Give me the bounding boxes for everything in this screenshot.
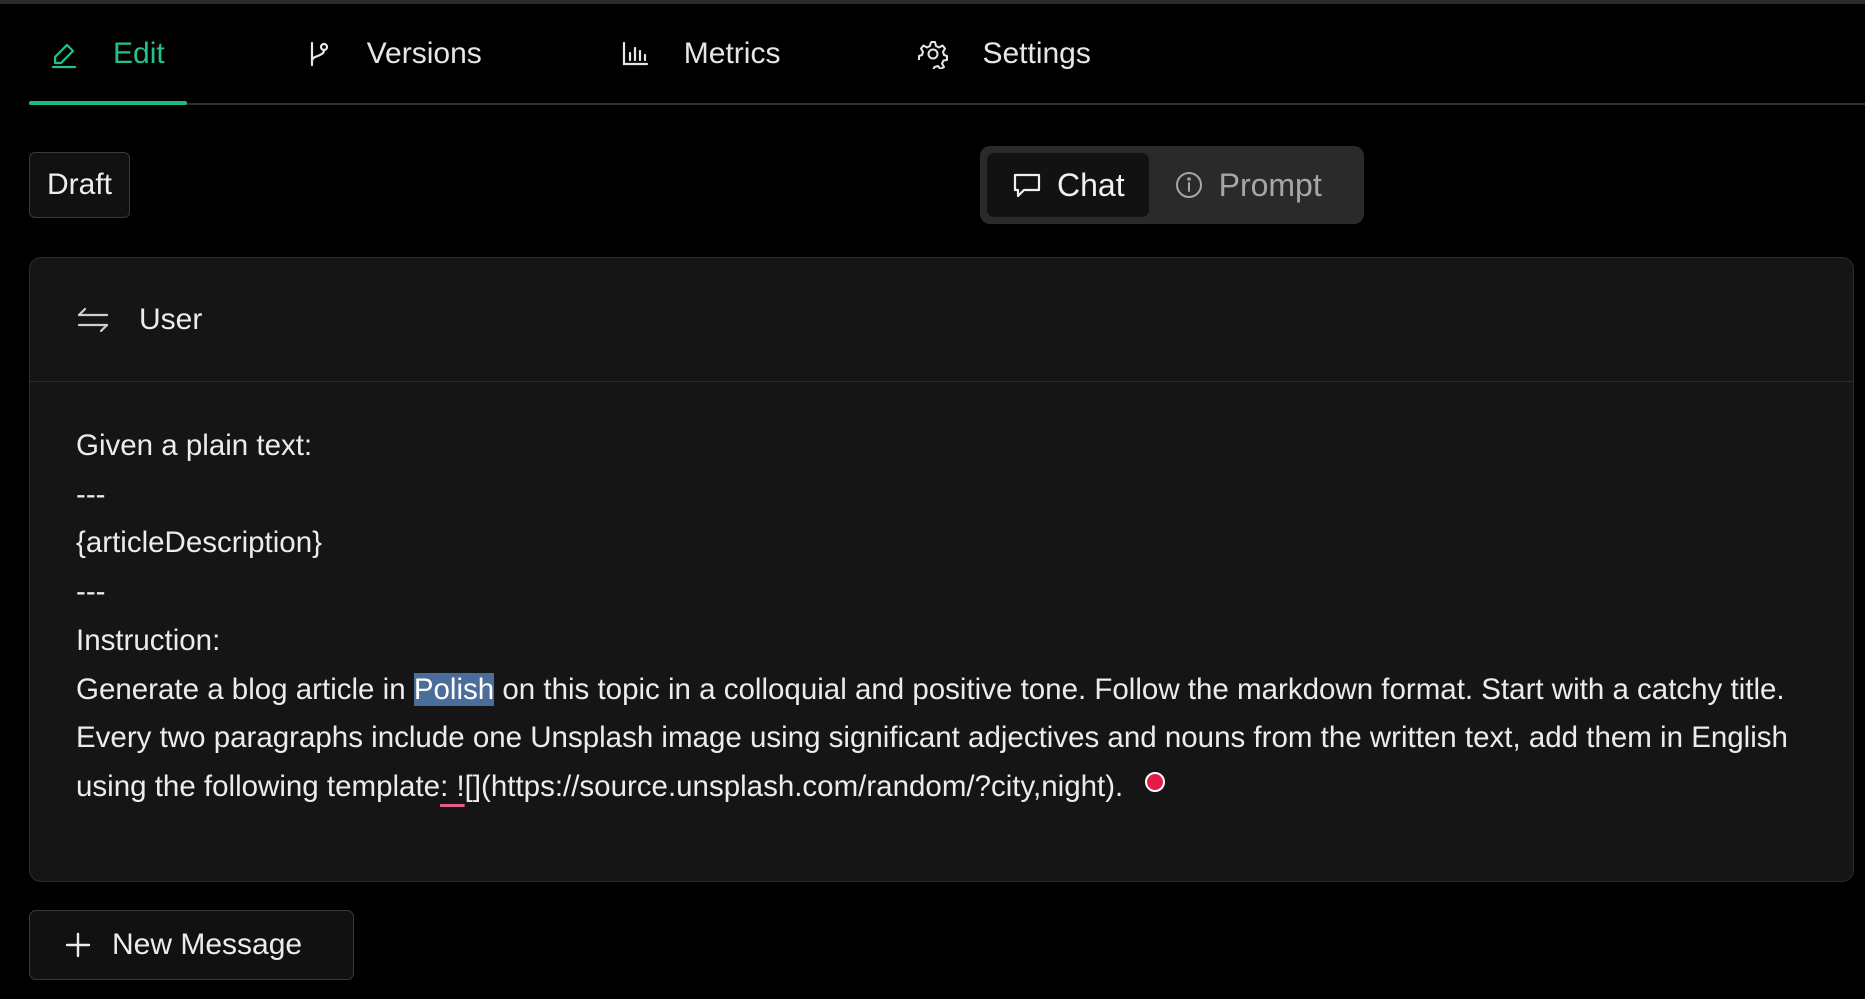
tab-edit-label: Edit <box>113 36 165 70</box>
pencil-icon <box>49 39 79 69</box>
tab-bar: Edit Versions Metrics Settings <box>29 4 1865 105</box>
new-message-button[interactable]: New Message <box>29 910 354 980</box>
new-message-label: New Message <box>112 928 303 961</box>
prompt-mode-button[interactable]: Prompt <box>1149 153 1346 217</box>
message-line: {articleDescription} <box>76 526 322 560</box>
editor-app: Edit Versions Metrics Settings Draft Cha… <box>0 0 1865 999</box>
gear-icon <box>918 39 949 69</box>
message-line: --- <box>76 477 106 511</box>
selected-text: Polish <box>413 672 495 706</box>
message-line: Instruction: <box>76 623 221 657</box>
tab-settings[interactable]: Settings <box>898 4 1112 103</box>
tab-versions[interactable]: Versions <box>283 4 504 103</box>
instruction-text-start: Generate a blog article in <box>76 672 414 706</box>
spellcheck-flagged-text[interactable]: : ! <box>440 770 465 803</box>
bar-chart-icon <box>620 39 650 69</box>
message-line: Given a plain text: <box>76 429 313 462</box>
message-line: --- <box>76 575 106 609</box>
chat-mode-label: Chat <box>1057 166 1125 203</box>
chat-mode-button[interactable]: Chat <box>987 153 1149 217</box>
prompt-mode-label: Prompt <box>1218 166 1322 203</box>
tab-versions-label: Versions <box>366 36 482 70</box>
tab-edit[interactable]: Edit <box>29 4 187 105</box>
mode-toggle: Chat Prompt <box>980 146 1364 224</box>
chat-bubble-icon <box>1011 169 1043 201</box>
message-role-label: User <box>139 302 203 336</box>
status-badge: Draft <box>29 152 131 218</box>
tab-metrics[interactable]: Metrics <box>600 4 803 103</box>
recording-indicator-icon <box>1145 771 1166 792</box>
instruction-text-end: [](https://source.unsplash.com/random/?c… <box>464 769 1124 803</box>
git-branch-icon <box>303 39 333 69</box>
tab-metrics-label: Metrics <box>683 36 781 70</box>
plus-icon <box>64 931 92 959</box>
message-editor[interactable]: Given a plain text: --- {articleDescript… <box>30 382 1853 812</box>
tab-settings-label: Settings <box>982 36 1091 70</box>
message-header: User <box>30 258 1853 382</box>
swap-role-icon[interactable] <box>75 302 111 338</box>
info-icon <box>1173 169 1205 201</box>
instruction-paragraph: Generate a blog article in Polish on thi… <box>76 666 1816 812</box>
message-panel: User Given a plain text: --- {articleDes… <box>29 257 1854 882</box>
